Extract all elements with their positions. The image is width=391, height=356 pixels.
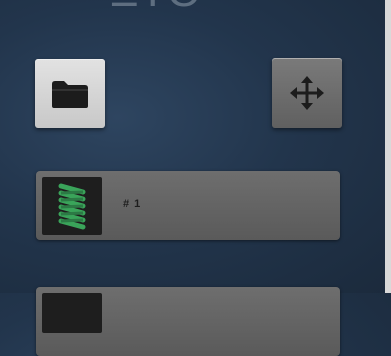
item-thumbnail (42, 177, 102, 235)
open-folder-button[interactable] (35, 59, 105, 128)
item-thumbnail (42, 293, 102, 333)
right-edge-divider (385, 0, 391, 293)
move-button[interactable] (272, 58, 342, 128)
spring-icon (58, 183, 86, 230)
folder-icon (52, 80, 88, 108)
list-item[interactable]: # 1 (36, 171, 340, 240)
list-item[interactable] (36, 287, 340, 356)
move-arrows-icon (290, 76, 324, 110)
item-label: # 1 (123, 198, 142, 210)
top-partial-text: ΞΙΘ (110, 0, 209, 14)
